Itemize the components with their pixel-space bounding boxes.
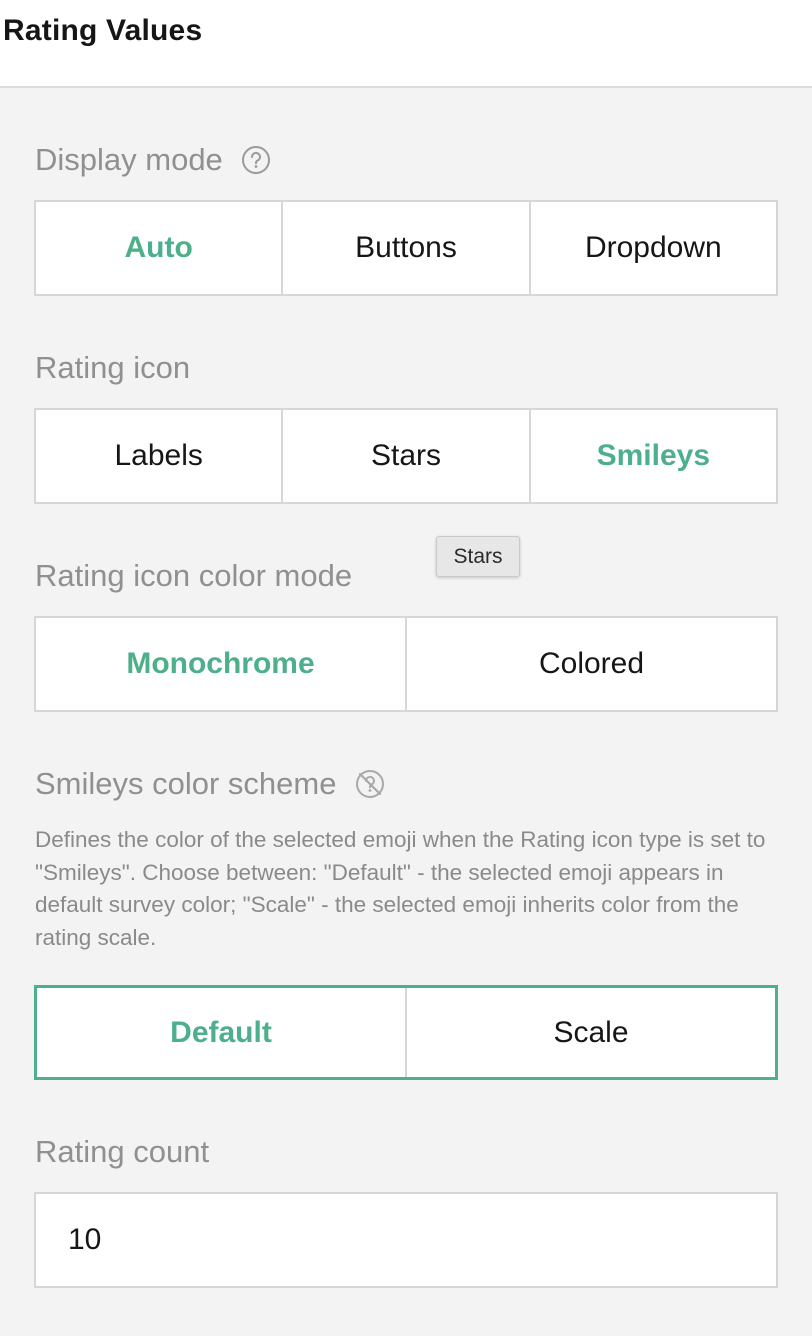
smileys-color-scheme-title: Smileys color scheme [35, 766, 386, 802]
rating-count-input[interactable]: 10 [34, 1192, 778, 1288]
panel-header: Rating Values [0, 0, 812, 88]
rating-icon-labels-button[interactable]: Labels [36, 410, 284, 502]
display-mode-buttons-button[interactable]: Buttons [283, 202, 531, 294]
display-mode-auto-button[interactable]: Auto [36, 202, 284, 294]
rating-count-label: Rating count [35, 1134, 210, 1169]
panel-title: Rating Values [3, 14, 203, 47]
color-scheme-default-button[interactable]: Default [37, 988, 407, 1077]
question-circle-icon[interactable] [241, 145, 271, 175]
smileys-color-scheme-group: Default Scale [34, 985, 778, 1080]
display-mode-group: Auto Buttons Dropdown [34, 200, 778, 296]
rating-icon-title: Rating icon [35, 350, 190, 386]
color-scheme-scale-button[interactable]: Scale [407, 988, 775, 1077]
smileys-color-scheme-label: Smileys color scheme [35, 766, 337, 801]
rating-icon-color-mode-group: Monochrome Colored [34, 616, 778, 712]
display-mode-title: Display mode [35, 142, 271, 178]
rating-icon-color-mode-title: Rating icon color mode [35, 558, 352, 594]
stars-tooltip: Stars [436, 536, 520, 577]
rating-icon-group: Labels Stars Smileys [34, 408, 778, 504]
rating-icon-smileys-button[interactable]: Smileys [530, 410, 776, 502]
rating-icon-color-mode-label: Rating icon color mode [35, 558, 353, 593]
rating-count-title: Rating count [35, 1134, 209, 1170]
rating-icon-stars-button[interactable]: Stars [283, 410, 531, 502]
color-mode-monochrome-button[interactable]: Monochrome [36, 618, 407, 710]
display-mode-label: Display mode [35, 142, 223, 177]
rating-icon-label: Rating icon [35, 350, 191, 385]
smileys-color-scheme-description: Defines the color of the selected emoji … [35, 827, 766, 950]
help-hidden-icon[interactable] [354, 768, 386, 800]
display-mode-dropdown-button[interactable]: Dropdown [530, 202, 776, 294]
color-mode-colored-button[interactable]: Colored [407, 618, 776, 710]
